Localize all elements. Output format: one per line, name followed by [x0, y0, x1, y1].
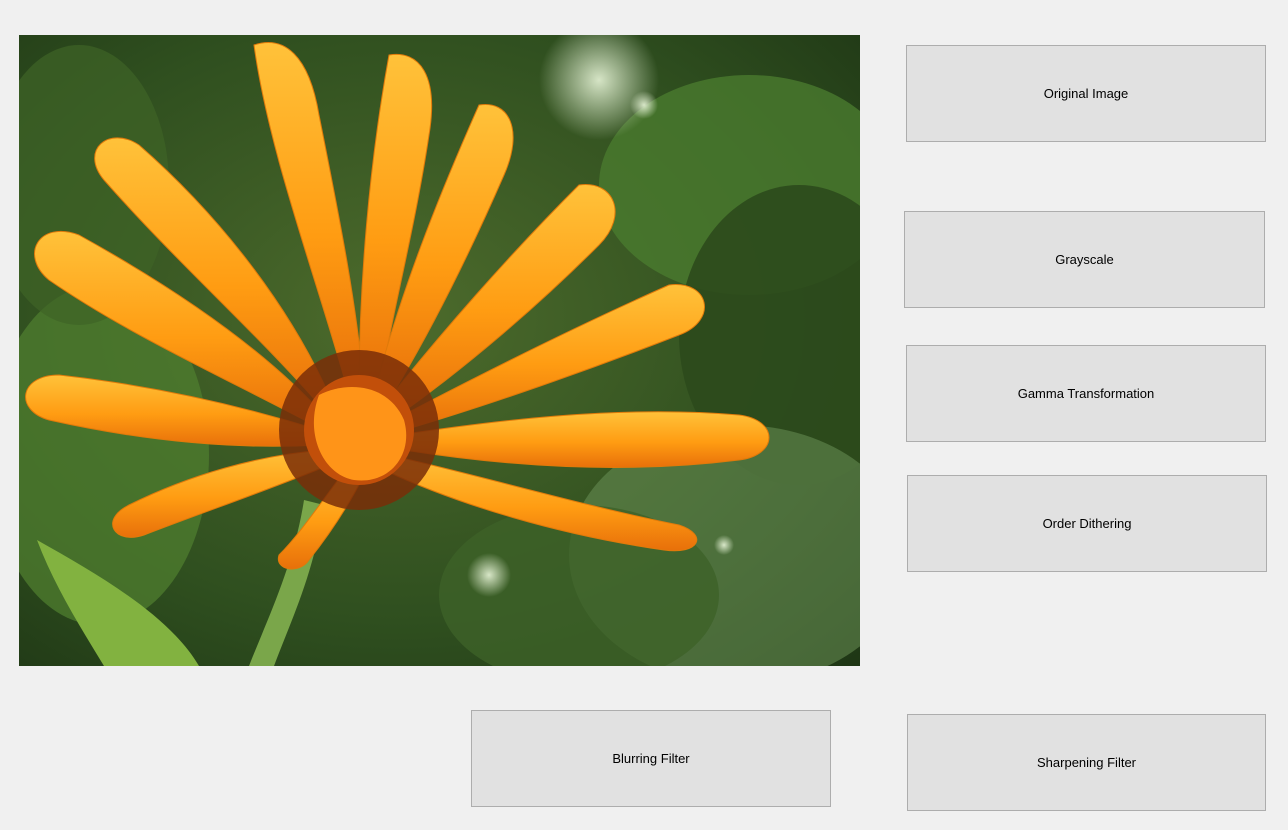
original-image-button[interactable]: Original Image [906, 45, 1266, 142]
gamma-transformation-button[interactable]: Gamma Transformation [906, 345, 1266, 442]
grayscale-button[interactable]: Grayscale [904, 211, 1265, 308]
blurring-filter-button[interactable]: Blurring Filter [471, 710, 831, 807]
image-display [19, 35, 860, 666]
order-dithering-button[interactable]: Order Dithering [907, 475, 1267, 572]
sharpening-filter-button[interactable]: Sharpening Filter [907, 714, 1266, 811]
flower-photo [19, 35, 860, 666]
